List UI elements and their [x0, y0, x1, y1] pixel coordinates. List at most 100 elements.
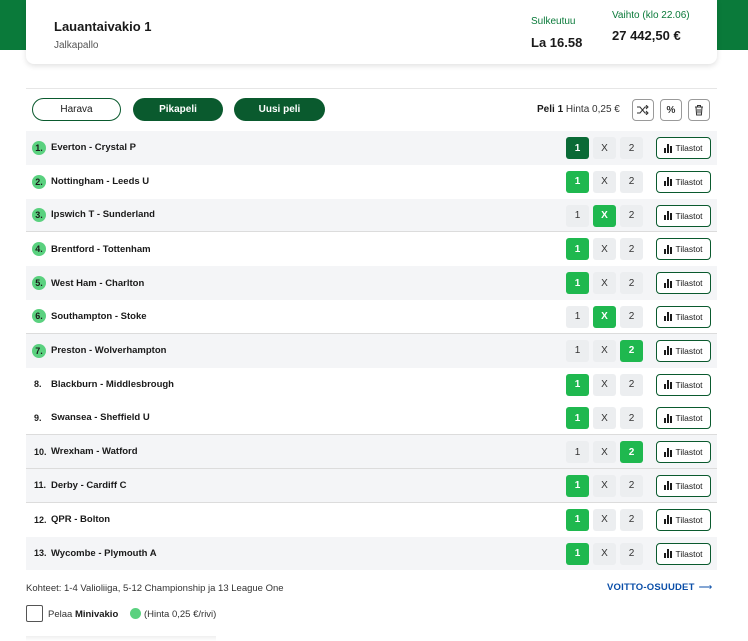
stats-button[interactable]: Tilastot	[656, 305, 711, 328]
match-number: 2.	[32, 174, 46, 189]
pick-x-button[interactable]: X	[593, 272, 616, 295]
pick-2-button[interactable]: 2	[620, 339, 643, 362]
stats-label: Tilastot	[675, 311, 703, 322]
game-sport: Jalkapallo	[54, 40, 99, 51]
brand-band-left	[0, 0, 26, 50]
bar-chart-icon	[664, 211, 673, 221]
pick-1-button[interactable]: 1	[566, 272, 589, 295]
pick-1-button[interactable]: 1	[566, 137, 589, 159]
match-row: 1. Everton - Crystal P 1 X 2 Tilastot	[26, 131, 717, 165]
pick-x-button[interactable]: X	[593, 542, 616, 565]
pick-1-button[interactable]: 1	[566, 542, 589, 565]
stats-label: Tilastot	[675, 278, 703, 289]
pick-1-button[interactable]: 1	[566, 373, 589, 396]
harava-button[interactable]: Harava	[32, 98, 121, 121]
stats-label: Tilastot	[675, 548, 703, 559]
pick-2-button[interactable]: 2	[620, 305, 643, 328]
match-row: 10. Wrexham - Watford 1 X 2 Tilastot	[26, 435, 717, 469]
bar-chart-icon	[664, 278, 673, 288]
pick-x-button[interactable]: X	[593, 373, 616, 396]
shuffle-icon[interactable]	[632, 99, 654, 121]
quick-pick-button[interactable]: Pikapeli	[133, 98, 223, 121]
match-name: Preston - Wolverhampton	[51, 345, 167, 357]
pick-x-button[interactable]: X	[593, 204, 616, 227]
stats-button[interactable]: Tilastot	[656, 542, 711, 565]
odds-link[interactable]: VOITTO-OSUUDET ⟶	[607, 582, 712, 593]
pick-x-button[interactable]: X	[593, 170, 616, 193]
stats-button[interactable]: Tilastot	[656, 137, 711, 159]
pick-2-button[interactable]: 2	[620, 238, 643, 261]
pick-1-button[interactable]: 1	[566, 508, 589, 531]
pick-1-button[interactable]: 1	[566, 407, 589, 430]
pick-2-button[interactable]: 2	[620, 137, 643, 159]
stats-button[interactable]: Tilastot	[656, 238, 711, 261]
match-row: 5. West Ham - Charlton 1 X 2 Tilastot	[26, 266, 717, 300]
stats-button[interactable]: Tilastot	[656, 170, 711, 193]
pick-1-button[interactable]: 1	[566, 204, 589, 227]
stats-button[interactable]: Tilastot	[656, 441, 711, 464]
minivakio-prefix: Pelaa	[48, 609, 73, 620]
pick-x-button[interactable]: X	[593, 339, 616, 362]
match-number: 4.	[32, 242, 46, 257]
stats-button[interactable]: Tilastot	[656, 373, 711, 396]
pick-2-button[interactable]: 2	[620, 508, 643, 531]
stats-button[interactable]: Tilastot	[656, 272, 711, 295]
match-name: Wrexham - Watford	[51, 446, 138, 458]
pick-x-button[interactable]: X	[593, 508, 616, 531]
pick-x-button[interactable]: X	[593, 474, 616, 497]
pick-2-button[interactable]: 2	[620, 272, 643, 295]
bar-chart-icon	[664, 549, 673, 559]
match-number: 7.	[32, 343, 46, 358]
pick-2-button[interactable]: 2	[620, 170, 643, 193]
pick-1-button[interactable]: 1	[566, 339, 589, 362]
turnover-value: 27 442,50 €	[612, 28, 681, 43]
price-dot-icon	[130, 608, 141, 619]
minivakio-checkbox[interactable]	[26, 605, 43, 622]
stats-button[interactable]: Tilastot	[656, 339, 711, 362]
pick-2-button[interactable]: 2	[620, 407, 643, 430]
pick-x-button[interactable]: X	[593, 407, 616, 430]
pick-x-button[interactable]: X	[593, 441, 616, 464]
match-list: 1. Everton - Crystal P 1 X 2 Tilastot 2. Nottin…	[26, 131, 717, 571]
match-row: 2. Nottingham - Leeds U 1 X 2 Tilastot	[26, 165, 717, 199]
leagues-note: Kohteet: 1-4 Valioliiga, 5-12 Championsh…	[26, 583, 284, 594]
bar-chart-icon	[664, 346, 673, 356]
game-number: Peli 1	[537, 104, 564, 115]
match-number: 3.	[32, 207, 46, 222]
pick-2-button[interactable]: 2	[620, 542, 643, 565]
match-row: 8. Blackburn - Middlesbrough 1 X 2 Tilastot	[26, 368, 717, 402]
pick-2-button[interactable]: 2	[620, 373, 643, 396]
pick-1-button[interactable]: 1	[566, 474, 589, 497]
pick-1-button[interactable]: 1	[566, 305, 589, 328]
percent-icon[interactable]: %	[660, 99, 682, 121]
match-row: 7. Preston - Wolverhampton 1 X 2 Tilastot	[26, 333, 717, 368]
match-name: West Ham - Charlton	[51, 277, 145, 289]
game-title: Lauantaivakio 1	[54, 19, 152, 34]
pick-1-button[interactable]: 1	[566, 170, 589, 193]
pick-2-button[interactable]: 2	[620, 204, 643, 227]
match-name: Brentford - Tottenham	[51, 243, 151, 255]
pick-x-button[interactable]: X	[593, 238, 616, 261]
stats-button[interactable]: Tilastot	[656, 474, 711, 497]
pick-2-button[interactable]: 2	[620, 474, 643, 497]
new-game-button[interactable]: Uusi peli	[234, 98, 325, 121]
divider	[26, 88, 717, 89]
stats-button[interactable]: Tilastot	[656, 204, 711, 227]
pick-1-button[interactable]: 1	[566, 441, 589, 464]
pick-1-button[interactable]: 1	[566, 238, 589, 261]
stats-button[interactable]: Tilastot	[656, 508, 711, 531]
stats-label: Tilastot	[675, 379, 703, 390]
pick-x-button[interactable]: X	[593, 137, 616, 159]
match-number: 10.	[34, 446, 47, 457]
bar-chart-icon	[664, 244, 673, 254]
match-row: 11. Derby - Cardiff C 1 X 2 Tilastot	[26, 468, 717, 503]
stats-button[interactable]: Tilastot	[656, 407, 711, 430]
pick-x-button[interactable]: X	[593, 305, 616, 328]
match-row: 6. Southampton - Stoke 1 X 2 Tilastot	[26, 300, 717, 334]
bar-chart-icon	[664, 380, 673, 390]
bar-chart-icon	[664, 413, 673, 423]
match-name: QPR - Bolton	[51, 514, 111, 526]
match-row: 4. Brentford - Tottenham 1 X 2 Tilastot	[26, 232, 717, 266]
pick-2-button[interactable]: 2	[620, 441, 643, 464]
trash-icon[interactable]	[688, 99, 710, 121]
